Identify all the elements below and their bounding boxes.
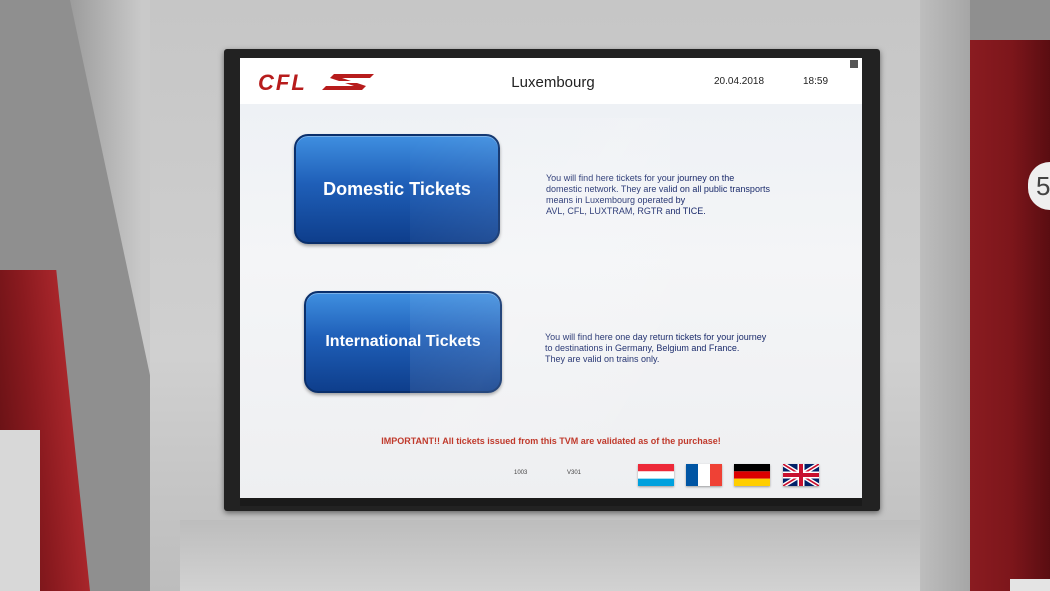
machine-base-left xyxy=(0,430,40,591)
machine-corner-detail xyxy=(1010,579,1050,591)
international-description-line: They are valid on trains only. xyxy=(545,354,660,364)
domestic-description-line: AVL, CFL, LUXTRAM, RGTR and TICE. xyxy=(546,206,706,216)
ticket-machine-screen: CFL Luxembourg 20.04.2018 18:59 Domestic… xyxy=(240,58,862,498)
current-time: 18:59 xyxy=(803,76,829,87)
domestic-tickets-button[interactable]: Domestic Tickets xyxy=(294,134,500,244)
cfl-logo-icon: CFL xyxy=(258,70,374,94)
terminal-code: 1003 xyxy=(514,470,528,476)
screen-header: CFL Luxembourg 20.04.2018 18:59 xyxy=(240,58,862,104)
german-flag-icon[interactable] xyxy=(734,464,770,486)
important-notice: IMPORTANT!! All tickets issued from this… xyxy=(381,436,721,446)
international-description-line: You will find here one day return ticket… xyxy=(545,332,767,342)
uk-flag-icon[interactable] xyxy=(783,464,819,486)
station-name: Luxembourg xyxy=(511,74,595,91)
international-description-line: to destinations in Germany, Belgium and … xyxy=(545,343,740,353)
domestic-description-line: You will find here tickets for your jour… xyxy=(546,173,735,183)
current-date: 20.04.2018 xyxy=(714,76,765,87)
cfl-logo-text: CFL xyxy=(258,70,307,94)
machine-lower-panel xyxy=(180,520,920,591)
luxembourgish-flag-icon[interactable] xyxy=(638,464,674,486)
domestic-description-line: means in Luxembourg operated by xyxy=(546,195,686,205)
domestic-tickets-description: You will find here tickets for your jour… xyxy=(546,173,836,217)
software-version: V301 xyxy=(567,470,582,476)
international-tickets-button[interactable]: International Tickets xyxy=(304,291,502,393)
international-tickets-description: You will find here one day return ticket… xyxy=(545,332,835,365)
french-flag-icon[interactable] xyxy=(686,464,722,486)
domestic-description-line: domestic network. They are valid on all … xyxy=(546,184,770,194)
screen-corner-indicator xyxy=(850,60,858,68)
